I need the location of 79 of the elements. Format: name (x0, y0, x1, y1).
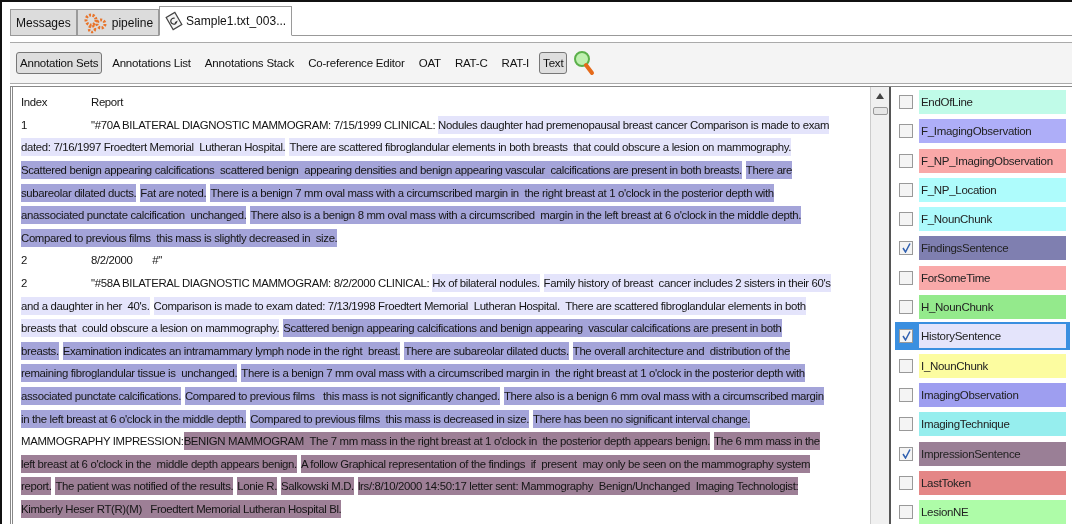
checkbox[interactable] (899, 270, 913, 285)
toolbar-button[interactable]: OAT (414, 52, 445, 74)
annotated-sentence: breasts. (21, 341, 59, 360)
annotated-sentence: There also is a benign 6 mm oval mass with a circumscribed margin (503, 387, 824, 405)
annotated-sentence: The 6 mm mass in the (714, 432, 820, 451)
annotated-sentence: subareolar dilated ducts. (21, 183, 137, 202)
column-header: Report (91, 96, 124, 109)
report-text: MAMMOGRAPHY IMPRESSION: (21, 434, 184, 450)
annotated-sentence: left breast at 6 o'clock in the middle depth appears benign. (21, 454, 297, 473)
toolbar-button[interactable]: Text (539, 52, 568, 74)
row-index: 2 (21, 277, 28, 290)
checkbox[interactable] (899, 241, 913, 256)
annotated-sentence: Compared to previous films this mass is slightly decreased in size. (21, 228, 338, 247)
report-text: "#58A BILATERAL DIAGNOSTIC MAMMOGRAM: 8/2/2000 CLINICAL: (91, 276, 431, 292)
toolbar-button[interactable]: Annotations Stack (200, 52, 299, 74)
annotated-sentence: Hx of bilateral nodules. (432, 274, 540, 293)
toolbar-button[interactable]: RAT-C (450, 52, 492, 74)
annotated-sentence: Comparison is made to exam dated: 7/13/1998 Froedtert Memorial Lutheran Hospital. There are scattered fibroglandular elements in both (153, 296, 806, 315)
annotated-sentence: anassociated punctate calcification unchanged. (21, 206, 247, 225)
annotated-sentence: lrs/:8/10/2000 14:50:17 letter sent: Mammography Benign/Unchanged Imaging Technologist: (357, 477, 799, 496)
gears-icon (82, 11, 109, 34)
annotated-sentence: remaining fibroglandular tissue is unchanged. (21, 364, 238, 383)
tab[interactable]: pipeline (76, 9, 160, 35)
checkbox[interactable] (899, 95, 913, 109)
checkbox[interactable] (899, 212, 913, 227)
scrollbar-thumb[interactable] (873, 107, 888, 115)
annotated-sentence: Compared to previous films this mass is not significantly changed. (185, 387, 500, 405)
annotated-sentence: Fat are noted. (140, 183, 207, 202)
checkbox[interactable] (899, 446, 913, 461)
report-text: "#70A BILATERAL DIAGNOSTIC MAMMOGRAM: 7/15/1999 CLINICAL: (91, 117, 437, 133)
toolbar-button[interactable]: Annotations List (108, 52, 195, 74)
checkbox[interactable] (899, 329, 913, 344)
tab[interactable]: Messages (10, 9, 77, 35)
annotated-sentence: Salkowski M.D. (281, 477, 354, 496)
checkbox[interactable] (899, 417, 913, 432)
annotated-sentence: and a daughter in her 40's. (21, 296, 150, 315)
checkbox[interactable] (899, 124, 913, 139)
annotated-sentence: There is a benign 7 mm oval mass with a circumscribed margin in the right breast at 1 o'clock in the posterior depth with (210, 183, 774, 202)
toolbar-button[interactable]: Annotation Sets (16, 52, 103, 74)
annotated-sentence: Scattered benign appearing calcifications scattered benign appearing densities and benign appearing vascular calcifications are present in both breasts. (21, 161, 742, 180)
annotated-sentence: There are (745, 161, 793, 180)
scroll-up-arrow-icon[interactable] (876, 93, 884, 99)
annotated-sentence: The overall architecture and distribution of the (572, 341, 790, 360)
annotated-sentence: breasts that could obscure a lesion on mammography. (21, 319, 280, 338)
checkbox[interactable] (899, 153, 913, 168)
checkbox[interactable] (899, 505, 913, 520)
annotated-sentence: Kimberly Heser RT(R)(M) Froedtert Memorial Lutheran Hospital Bl. (21, 500, 342, 518)
row-index: 2 (21, 254, 28, 267)
annotated-sentence: BENIGN MAMMOGRAM The 7 mm mass in the right breast at 1 o'clock in the posterior depth appears benign. (183, 432, 711, 451)
annotated-sentence: report. (21, 477, 52, 496)
annotated-sentence: in the left breast at 6 o'clock in the middle depth. (21, 409, 247, 428)
annotated-sentence: dated: 7/16/1997 Froedtert Memorial Lutheran Hospital. (21, 138, 286, 157)
annotated-sentence: There are scattered fibroglandular elements in both breasts that could obscure a lesion on mammography. (289, 138, 791, 157)
checkbox[interactable] (899, 387, 913, 402)
report-text: 8/2/2000 #" (91, 253, 162, 269)
search-icon[interactable] (573, 50, 596, 76)
annotated-sentence: There are subareolar dilated ducts. (404, 341, 569, 360)
annotated-sentence: Lonie R. (237, 477, 277, 496)
annotated-sentence: There also is a benign 8 mm oval mass with a circumscribed margin in the left breast at 6 o'clock in the middle depth. (250, 206, 802, 225)
scrollbar[interactable] (870, 87, 889, 524)
toolbar-button[interactable]: Co-reference Editor (304, 52, 409, 74)
annotated-sentence: Family history of breast cancer includes 2 sisters in their 60's (543, 274, 831, 293)
tab[interactable]: Sample1.txt_003... (159, 6, 293, 36)
annotated-sentence: Examination indicates an intramammary lymph node in the right breast. (62, 341, 401, 360)
annotated-sentence: There has been no significant interval change. (533, 409, 750, 428)
annotated-sentence: A follow Graphical representation of the findings if present may only be seen on the mammography system (300, 454, 811, 473)
annotated-sentence: There is a benign 7 mm oval mass with a circumscribed margin in the right breast at 1 o'clock in the posterior depth with (241, 364, 805, 383)
checkbox[interactable] (899, 300, 913, 315)
row-index: 1 (21, 118, 28, 131)
annotated-sentence: associated punctate calcifications. (21, 387, 181, 405)
annotated-sentence: Scattered benign appearing calcifications and benign appearing vascular calcifications are present in both (283, 319, 782, 338)
checkbox[interactable] (899, 475, 913, 490)
toolbar-button[interactable]: RAT-I (497, 52, 534, 74)
annotated-sentence: The patient was notified of the results. (55, 477, 234, 496)
annotated-sentence: Nodules daughter had premenopausal breast cancer Comparison is made to exam (438, 115, 830, 134)
annotated-sentence: Compared to previous films this mass is decreased in size. (250, 409, 530, 428)
column-header: Index (21, 96, 49, 109)
checkbox[interactable] (899, 358, 913, 373)
checkbox[interactable] (899, 182, 913, 197)
